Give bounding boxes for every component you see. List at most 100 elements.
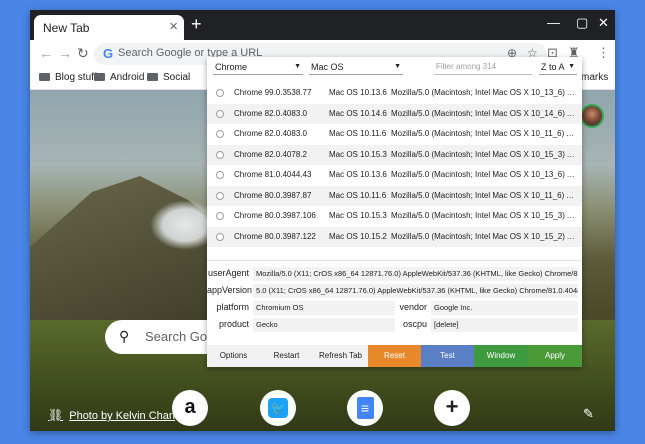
shortcut-docs[interactable]: ≡ (347, 390, 383, 426)
radio-button[interactable] (216, 150, 224, 159)
twitter-icon: 🐦 (268, 398, 288, 418)
reset-button[interactable]: Reset (368, 345, 421, 367)
link-icon: ⛓ (48, 408, 64, 422)
user-agent-string: Mozilla/5.0 (Macintosh; Intel Mac OS X 1… (391, 149, 578, 159)
platform-field[interactable]: Chromium OS (253, 301, 395, 315)
radio-button[interactable] (216, 171, 224, 179)
tab-title: New Tab (43, 21, 90, 35)
radio-button[interactable] (216, 89, 224, 97)
amazon-icon: a (184, 396, 196, 418)
shortcut-amazon[interactable]: a (172, 390, 208, 426)
radio-button[interactable] (216, 191, 224, 200)
title-bar: New Tab × + — ▢ ✕ (30, 10, 615, 40)
bookmark-overflow[interactable]: marks (581, 72, 608, 83)
radio-button[interactable] (216, 212, 224, 220)
radio-button[interactable] (216, 130, 224, 138)
browser-window: New Tab × + — ▢ ✕ ← → ↻ G Search Google … (30, 10, 615, 431)
options-button[interactable]: Options (207, 345, 260, 367)
user-agent-string: Mozilla/5.0 (Macintosh; Intel Mac OS X 1… (391, 129, 578, 138)
oscpu-field[interactable]: [delete] (431, 318, 578, 332)
apply-button[interactable]: Apply (528, 345, 582, 367)
back-icon[interactable]: ← (39, 45, 53, 61)
os-name: Mac OS 10.15.3 (329, 149, 387, 159)
reload-icon[interactable]: ↻ (77, 45, 89, 61)
os-name: Mac OS 10.15.2 (329, 231, 387, 241)
folder-icon (147, 73, 158, 81)
forward-icon[interactable]: → (58, 45, 72, 61)
maximize-icon[interactable]: ▢ (576, 16, 588, 30)
os-name: Mac OS 10.11.6 (329, 190, 387, 200)
browser-name: Chrome 99.0.3538.77 (234, 88, 312, 97)
radio-button[interactable] (216, 232, 224, 241)
os-name: Mac OS 10.14.6 (329, 108, 387, 118)
avatar[interactable] (580, 104, 604, 128)
navigator-properties: userAgent Mozilla/5.0 (X11; CrOS x86_64 … (207, 265, 582, 337)
list-item[interactable]: Chrome 80.0.3987.106 Mac OS 10.15.3 Mozill… (207, 206, 582, 227)
menu-icon[interactable]: ⋮ (597, 45, 610, 61)
browser-name: Chrome 80.0.3987.87 (234, 190, 312, 200)
folder-icon (39, 73, 50, 81)
close-window-icon[interactable]: ✕ (598, 16, 609, 30)
user-agent-string: Mozilla/5.0 (Macintosh; Intel Mac OS X 1… (391, 211, 578, 220)
test-button[interactable]: Test (421, 345, 474, 367)
new-tab-button[interactable]: + (191, 14, 202, 34)
filter-input[interactable]: Filter among 314 (434, 61, 532, 75)
product-field[interactable]: Gecko (253, 318, 395, 332)
restart-button[interactable]: Restart (260, 345, 313, 367)
caret-down-icon: ▼ (568, 63, 575, 70)
customize-pencil-icon[interactable]: ✎ (583, 406, 594, 422)
list-item[interactable]: Chrome 81.0.4044.43 Mac OS 10.13.6 Mozilla… (207, 165, 582, 186)
radio-button[interactable] (216, 109, 224, 118)
product-label: product (218, 319, 249, 329)
user-agent-string: Mozilla/5.0 (Macintosh; Intel Mac OS X 1… (391, 231, 578, 241)
plus-icon: + (445, 394, 459, 419)
add-shortcut-button[interactable]: + (434, 390, 470, 426)
list-item[interactable]: Chrome 82.0.4083.0 Mac OS 10.14.6 Mozilla/… (207, 103, 582, 124)
tab-new-tab[interactable]: New Tab × (34, 15, 184, 40)
browser-name: Chrome 81.0.4044.43 (234, 170, 312, 179)
caret-down-icon: ▼ (294, 63, 301, 70)
folder-icon (94, 73, 105, 81)
oscpu-label: oscpu (402, 319, 427, 329)
list-item[interactable]: Chrome 80.0.3987.122 Mac OS 10.15.2 Mozill… (207, 226, 582, 247)
os-name: Mac OS 10.13.6 (329, 170, 387, 179)
vendor-label: vendor (399, 302, 427, 312)
user-agent-string: Mozilla/5.0 (Macintosh; Intel Mac OS X 1… (391, 190, 578, 200)
platform-label: platform (216, 302, 249, 312)
user-agent-switcher-popup: Chrome ▼ Mac OS ▼ Filter among 314 Z to A ▼… (207, 57, 582, 367)
minimize-icon[interactable]: — (547, 16, 560, 30)
os-name: Mac OS 10.15.3 (329, 211, 387, 220)
list-item[interactable]: Chrome 99.0.3538.77 Mac OS 10.13.6 Mozilla… (207, 83, 582, 104)
bookmark-folder[interactable]: Blog stuff (39, 72, 97, 83)
app-version-field[interactable]: 5.0 (X11; CrOS x86_64 12871.76.0) AppleW… (253, 284, 578, 298)
docs-icon: ≡ (356, 397, 374, 419)
vendor-field[interactable]: Google Inc. (431, 301, 578, 315)
list-item[interactable]: Chrome 82.0.4078.2 Mac OS 10.15.3 Mozilla/… (207, 144, 582, 165)
filter-bar: Chrome ▼ Mac OS ▼ Filter among 314 Z to A ▼ (207, 57, 582, 79)
browser-name: Chrome 80.0.3987.122 (234, 231, 316, 241)
user-agent-string: Mozilla/5.0 (Macintosh; Intel Mac OS X 1… (391, 88, 578, 97)
list-item[interactable]: Chrome 80.0.3987.87 Mac OS 10.11.6 Mozilla… (207, 185, 582, 206)
photo-credit-link[interactable]: ⛓ Photo by Kelvin Chan (48, 408, 175, 422)
user-agent-string: Mozilla/5.0 (Macintosh; Intel Mac OS X 1… (391, 108, 578, 118)
bookmark-folder[interactable]: Android (94, 72, 144, 83)
user-agent-field[interactable]: Mozilla/5.0 (X11; CrOS x86_64 12871.76.0… (253, 267, 578, 281)
bookmark-folder[interactable]: Social (147, 72, 190, 83)
os-select[interactable]: Mac OS ▼ (309, 61, 403, 75)
user-agent-string: Mozilla/5.0 (Macintosh; Intel Mac OS X 1… (391, 170, 578, 179)
window-button[interactable]: Window (474, 345, 528, 367)
browser-name: Chrome 82.0.4083.0 (234, 129, 307, 138)
list-item[interactable]: Chrome 82.0.4083.0 Mac OS 10.11.6 Mozilla/… (207, 124, 582, 145)
os-name: Mac OS 10.13.6 (329, 88, 387, 97)
sort-select[interactable]: Z to A ▼ (539, 61, 577, 75)
search-placeholder: Search Goo (145, 329, 215, 344)
caret-down-icon: ▼ (394, 63, 401, 70)
user-agent-list: Chrome 99.0.3538.77 Mac OS 10.13.6 Mozilla… (207, 79, 582, 261)
refresh-tab-button[interactable]: Refresh Tab (313, 345, 368, 367)
browser-select[interactable]: Chrome ▼ (213, 61, 303, 75)
search-icon: ⚲ (119, 328, 130, 344)
close-icon[interactable]: × (169, 19, 178, 34)
shortcut-twitter[interactable]: 🐦 (260, 390, 296, 426)
action-buttons: Options Restart Refresh Tab Reset Test W… (207, 345, 582, 367)
browser-name: Chrome 80.0.3987.106 (234, 211, 316, 220)
